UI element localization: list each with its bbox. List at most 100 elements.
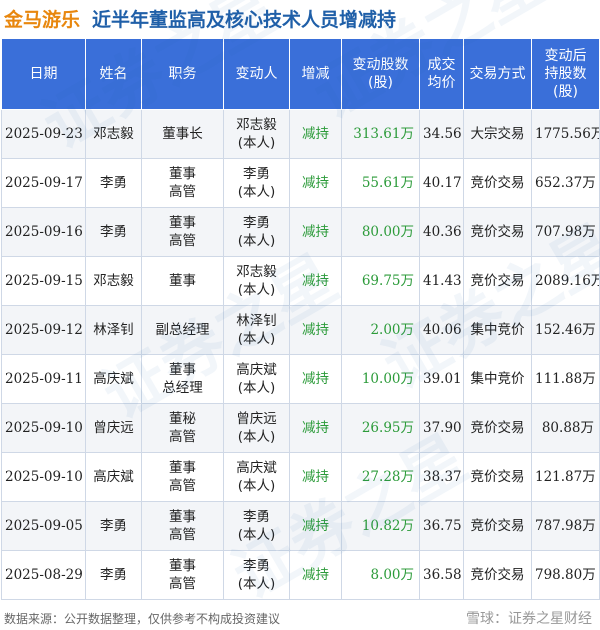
price-cell: 37.90 bbox=[419, 403, 464, 453]
method-cell: 集中竞价 bbox=[463, 305, 532, 355]
shares-cell: 2.00万 bbox=[341, 305, 420, 355]
name-cell: 李勇 bbox=[85, 158, 142, 208]
date-cell: 2025-09-10 bbox=[1, 452, 86, 502]
price-cell: 38.37 bbox=[419, 452, 464, 502]
date-cell: 2025-09-23 bbox=[1, 109, 86, 159]
table-row: 2025-08-29 李勇 董事 高管 李勇 (本人) 减持 8.00万 36.58 竞价交易 79… bbox=[1, 550, 600, 600]
name-cell: 邓志毅 bbox=[85, 109, 142, 159]
changer-cell: 李勇 (本人) bbox=[223, 158, 290, 208]
holding-cell: 80.88万 bbox=[531, 403, 600, 453]
holding-cell: 111.88万 bbox=[531, 354, 600, 404]
shares-cell: 55.61万 bbox=[341, 158, 420, 208]
shares-cell: 80.00万 bbox=[341, 207, 420, 257]
price-cell: 40.17 bbox=[419, 158, 464, 208]
direction-cell: 减持 bbox=[289, 305, 342, 355]
name-cell: 林泽钊 bbox=[85, 305, 142, 355]
brand-label: 雪球：证券之星财经 bbox=[466, 611, 592, 627]
price-cell: 36.75 bbox=[419, 501, 464, 551]
method-cell: 竞价交易 bbox=[463, 452, 532, 502]
holding-cell: 121.87万 bbox=[531, 452, 600, 502]
method-cell: 竞价交易 bbox=[463, 403, 532, 453]
name-cell: 曾庆远 bbox=[85, 403, 142, 453]
shares-cell: 10.00万 bbox=[341, 354, 420, 404]
date-cell: 2025-09-17 bbox=[1, 158, 86, 208]
price-cell: 36.58 bbox=[419, 550, 464, 600]
table-row: 2025-09-10 高庆斌 董事 高管 高庆斌 (本人) 减持 27.28万 38.37 竞价交… bbox=[1, 452, 600, 502]
table-body: 2025-09-23 邓志毅 董事长 邓志毅 (本人) 减持 313.61万 34.56 大宗交… bbox=[1, 109, 600, 600]
direction-cell: 减持 bbox=[289, 256, 342, 306]
holding-cell: 798.80万 bbox=[531, 550, 600, 600]
changer-cell: 邓志毅 (本人) bbox=[223, 256, 290, 306]
method-cell: 集中竞价 bbox=[463, 354, 532, 404]
position-cell: 董事 高管 bbox=[141, 158, 224, 208]
table-row: 2025-09-12 林泽钊 副总经理 林泽钊 (本人) 减持 2.00万 40.06 集中竞价… bbox=[1, 305, 600, 355]
changer-cell: 邓志毅 (本人) bbox=[223, 109, 290, 159]
column-header: 变动后 持股数 (股) bbox=[531, 38, 600, 110]
column-header: 增减 bbox=[289, 38, 342, 110]
price-cell: 34.56 bbox=[419, 109, 464, 159]
price-cell: 40.06 bbox=[419, 305, 464, 355]
price-cell: 39.01 bbox=[419, 354, 464, 404]
date-cell: 2025-08-29 bbox=[1, 550, 86, 600]
changer-cell: 林泽钊 (本人) bbox=[223, 305, 290, 355]
holding-cell: 787.98万 bbox=[531, 501, 600, 551]
method-cell: 竞价交易 bbox=[463, 501, 532, 551]
table-row: 2025-09-11 高庆斌 董事 总经理 高庆斌 (本人) 减持 10.00万 39.01 集中… bbox=[1, 354, 600, 404]
position-cell: 董事 总经理 bbox=[141, 354, 224, 404]
column-header: 日期 bbox=[1, 38, 86, 110]
direction-cell: 减持 bbox=[289, 109, 342, 159]
position-cell: 董事 高管 bbox=[141, 501, 224, 551]
date-cell: 2025-09-12 bbox=[1, 305, 86, 355]
changer-cell: 高庆斌 (本人) bbox=[223, 452, 290, 502]
holding-cell: 1775.56万 bbox=[531, 109, 600, 159]
table-row: 2025-09-17 李勇 董事 高管 李勇 (本人) 减持 55.61万 40.17 竞价交易 6… bbox=[1, 158, 600, 208]
direction-cell: 减持 bbox=[289, 354, 342, 404]
shares-cell: 69.75万 bbox=[341, 256, 420, 306]
direction-cell: 减持 bbox=[289, 501, 342, 551]
column-header: 姓名 bbox=[85, 38, 142, 110]
title-bar: 金马游乐 近半年董监高及核心技术人员增减持 bbox=[0, 0, 600, 36]
position-cell: 董秘 高管 bbox=[141, 403, 224, 453]
direction-cell: 减持 bbox=[289, 207, 342, 257]
shares-cell: 26.95万 bbox=[341, 403, 420, 453]
method-cell: 竞价交易 bbox=[463, 158, 532, 208]
changer-cell: 李勇 (本人) bbox=[223, 550, 290, 600]
direction-cell: 减持 bbox=[289, 452, 342, 502]
name-cell: 李勇 bbox=[85, 501, 142, 551]
position-cell: 董事长 bbox=[141, 109, 224, 159]
column-header: 成交 均价 bbox=[419, 38, 464, 110]
shares-cell: 10.82万 bbox=[341, 501, 420, 551]
data-source-note: 数据来源：公开数据整理，仅供参考不构成投资建议 bbox=[4, 612, 281, 626]
name-cell: 高庆斌 bbox=[85, 354, 142, 404]
column-header: 职务 bbox=[141, 38, 224, 110]
table-row: 2025-09-15 邓志毅 董事 邓志毅 (本人) 减持 69.75万 41.43 竞价交易 2… bbox=[1, 256, 600, 306]
name-cell: 高庆斌 bbox=[85, 452, 142, 502]
shares-cell: 8.00万 bbox=[341, 550, 420, 600]
changer-cell: 李勇 (本人) bbox=[223, 501, 290, 551]
shares-cell: 27.28万 bbox=[341, 452, 420, 502]
method-cell: 竞价交易 bbox=[463, 207, 532, 257]
method-cell: 竞价交易 bbox=[463, 550, 532, 600]
footer: 数据来源：公开数据整理，仅供参考不构成投资建议 雪球：证券之星财经 bbox=[0, 606, 600, 630]
page-title: 近半年董监高及核心技术人员增减持 bbox=[92, 9, 397, 31]
changer-cell: 高庆斌 (本人) bbox=[223, 354, 290, 404]
date-cell: 2025-09-15 bbox=[1, 256, 86, 306]
holding-cell: 707.98万 bbox=[531, 207, 600, 257]
table-header-row: 日期 姓名 职务 变动人 增减 变动股数 (股) 成交 均价 交易方式 变动后 持股数 (股) bbox=[1, 38, 600, 110]
position-cell: 董事 高管 bbox=[141, 452, 224, 502]
table-row: 2025-09-05 李勇 董事 高管 李勇 (本人) 减持 10.82万 36.75 竞价交易 7… bbox=[1, 501, 600, 551]
price-cell: 41.43 bbox=[419, 256, 464, 306]
column-header: 变动股数 (股) bbox=[341, 38, 420, 110]
name-cell: 李勇 bbox=[85, 207, 142, 257]
table-row: 2025-09-10 曾庆远 董秘 高管 曾庆远 (本人) 减持 26.95万 37.90 竞价交… bbox=[1, 403, 600, 453]
direction-cell: 减持 bbox=[289, 550, 342, 600]
changer-cell: 曾庆远 (本人) bbox=[223, 403, 290, 453]
direction-cell: 减持 bbox=[289, 158, 342, 208]
date-cell: 2025-09-10 bbox=[1, 403, 86, 453]
name-cell: 邓志毅 bbox=[85, 256, 142, 306]
changer-cell: 李勇 (本人) bbox=[223, 207, 290, 257]
direction-cell: 减持 bbox=[289, 403, 342, 453]
method-cell: 竞价交易 bbox=[463, 256, 532, 306]
company-name: 金马游乐 bbox=[4, 9, 81, 31]
method-cell: 大宗交易 bbox=[463, 109, 532, 159]
